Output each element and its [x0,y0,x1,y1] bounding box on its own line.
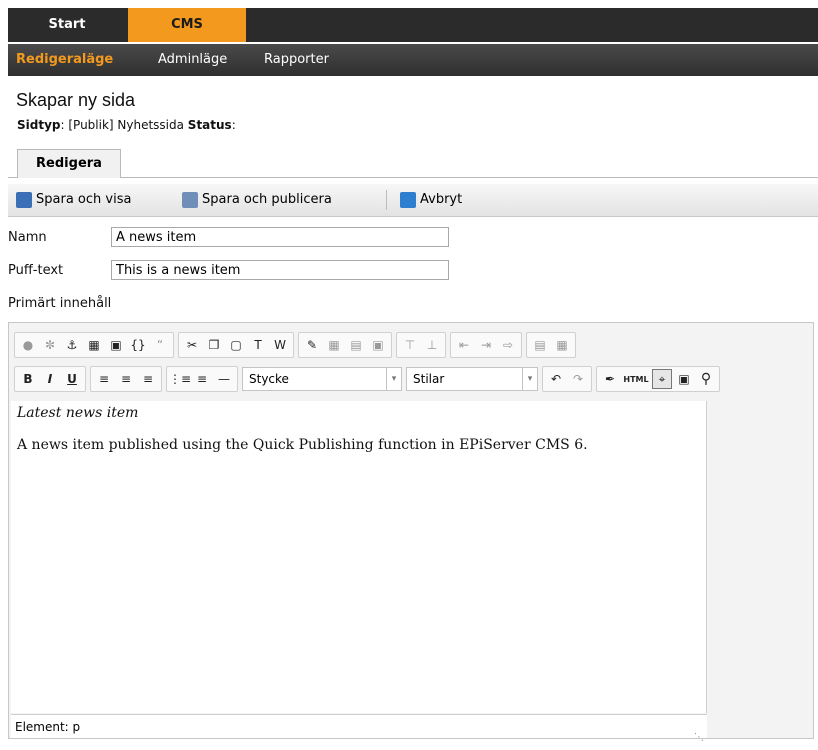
horizontal-rule-icon[interactable]: — [214,369,234,389]
styles-select-value: Stilar [413,372,445,386]
cancel-button[interactable]: Avbryt [400,184,462,216]
insert-table-icon[interactable]: ✎ [302,335,322,355]
name-input[interactable] [111,227,449,247]
underline-button[interactable]: U [62,369,82,389]
styles-select[interactable]: Stilar ▾ [406,367,538,391]
row-before-icon[interactable]: ▤ [530,335,550,355]
list-group: ⋮≡ ≡ — [166,366,238,392]
paste-word-icon[interactable]: W [270,335,290,355]
format-select-value: Stycke [249,372,289,386]
html-button[interactable]: HTML [622,369,650,389]
media-icon[interactable]: ▣ [106,335,126,355]
page-meta: Sidtyp: [Publik] Nyhetssida Status: [17,118,236,132]
subnav-admin-mode[interactable]: Adminläge [158,44,227,76]
meta-status-label: Status [187,118,232,132]
search-icon[interactable]: ⚲ [696,369,716,389]
row-group: ▤ ▦ [526,332,576,358]
align-group: ≡ ≡ ≡ [90,366,162,392]
delete-col-icon[interactable]: ⇨ [498,335,518,355]
editor-toolbar-row-1: ● ✼ ⚓ ▦ ▣ {} “ ✂ ❐ ▢ T W ✎ ▦ ▤ ▣ ⊤ ⊥ ⇤ ⇥ [14,332,580,358]
meta-type-value: : [Publik] Nyhetssida [60,118,188,132]
delete-table-icon[interactable]: ▦ [324,335,344,355]
cancel-icon [400,192,416,208]
link-group: ● ✼ ⚓ ▦ ▣ {} “ [14,332,174,358]
table-row-props-icon[interactable]: ▤ [346,335,366,355]
tools-group: ✒ HTML ⌖ ▣ ⚲ [596,366,720,392]
visual-aid-icon[interactable]: ⌖ [652,369,672,389]
split-cells-icon[interactable]: ⊥ [422,335,442,355]
save-view-button[interactable]: Spara och visa [16,184,131,216]
meta-type-label: Sidtyp [17,118,61,132]
top-nav: Start CMS [8,8,818,42]
copy-icon[interactable]: ❐ [204,335,224,355]
italic-button[interactable]: I [40,369,60,389]
tab-divider [8,177,818,178]
puff-input[interactable] [111,260,449,280]
element-path: Element: p [15,720,81,734]
tab-redigera[interactable]: Redigera [17,149,121,178]
toolbar-separator [386,190,387,210]
cell-group: ⊤ ⊥ [396,332,446,358]
cut-icon[interactable]: ✂ [182,335,202,355]
undo-icon[interactable]: ↶ [546,369,566,389]
editor-toolbar-row-2: B I U ≡ ≡ ≡ ⋮≡ ≡ — Stycke ▾ Stilar ▾ ↶ ↷… [14,366,724,392]
editor-statusbar: Element: p ⋱ [11,714,707,743]
page-title: Skapar ny sida [16,90,136,110]
format-select[interactable]: Stycke ▾ [242,367,402,391]
history-group: ↶ ↷ [542,366,592,392]
align-right-icon[interactable]: ≡ [138,369,158,389]
quote-icon[interactable]: “ [150,335,170,355]
subnav-edit-mode[interactable]: Redigeraläge [16,44,113,76]
puff-label: Puff-text [8,263,64,278]
cleanup-icon[interactable]: ✒ [600,369,620,389]
subnav-reports[interactable]: Rapporter [264,44,329,76]
editor-heading: Latest news item [17,405,139,421]
editor-paragraph: A news item published using the Quick Pu… [17,437,588,453]
paste-icon[interactable]: ▢ [226,335,246,355]
editor-content[interactable]: Latest news item A news item published u… [11,401,707,713]
image-icon[interactable]: ▦ [84,335,104,355]
redo-icon[interactable]: ↷ [568,369,588,389]
merge-cells-icon[interactable]: ⊤ [400,335,420,355]
save-view-label: Spara och visa [36,192,132,207]
link-icon[interactable]: ● [18,335,38,355]
tab-cms[interactable]: CMS [128,8,246,42]
name-label: Namn [8,230,47,245]
table-cell-props-icon[interactable]: ▣ [368,335,388,355]
save-icon [16,192,32,208]
col-after-icon[interactable]: ⇥ [476,335,496,355]
save-publish-label: Spara och publicera [202,192,332,207]
paste-text-icon[interactable]: T [248,335,268,355]
col-before-icon[interactable]: ⇤ [454,335,474,355]
bold-button[interactable]: B [18,369,38,389]
anchor-icon[interactable]: ⚓ [62,335,82,355]
preview-icon[interactable]: ▣ [674,369,694,389]
action-toolbar: Spara och visa Spara och publicera Avbry… [8,184,818,217]
table-group: ✎ ▦ ▤ ▣ [298,332,392,358]
align-center-icon[interactable]: ≡ [116,369,136,389]
bullet-list-icon[interactable]: ⋮≡ [169,369,191,389]
align-left-icon[interactable]: ≡ [94,369,114,389]
clipboard-group: ✂ ❐ ▢ T W [178,332,294,358]
save-publish-button[interactable]: Spara och publicera [182,184,332,216]
text-style-group: B I U [14,366,86,392]
cancel-label: Avbryt [420,192,463,207]
publish-icon [182,192,198,208]
numbered-list-icon[interactable]: ≡ [192,369,212,389]
tab-start[interactable]: Start [8,8,126,42]
column-group: ⇤ ⇥ ⇨ [450,332,522,358]
unlink-icon[interactable]: ✼ [40,335,60,355]
main-content-label: Primärt innehåll [8,296,112,311]
sub-nav: Redigeraläge Adminläge Rapporter [8,44,818,76]
resize-handle-icon[interactable]: ⋱ [694,726,704,743]
chevron-down-icon: ▾ [386,368,401,390]
rich-text-editor: ● ✼ ⚓ ▦ ▣ {} “ ✂ ❐ ▢ T W ✎ ▦ ▤ ▣ ⊤ ⊥ ⇤ ⇥ [8,322,814,743]
chevron-down-icon: ▾ [522,368,537,390]
meta-status-suffix: : [231,118,236,132]
code-icon[interactable]: {} [128,335,148,355]
row-after-icon[interactable]: ▦ [552,335,572,355]
